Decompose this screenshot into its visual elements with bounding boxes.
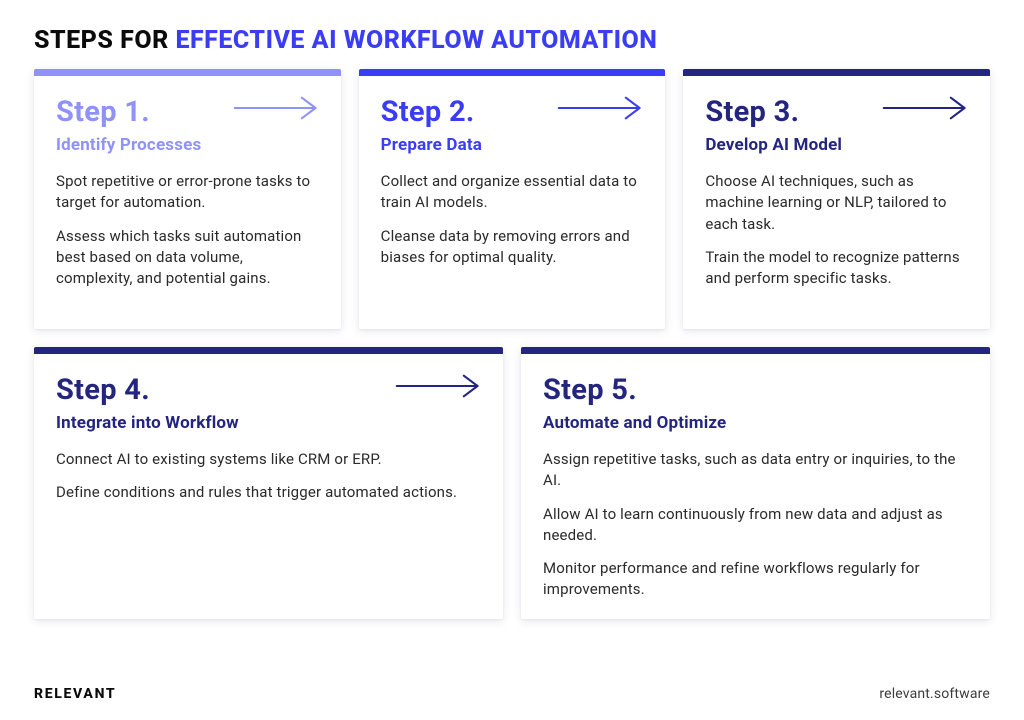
- step-description: Assign repetitive tasks, such as data en…: [543, 449, 968, 601]
- step-paragraph: Assign repetitive tasks, such as data en…: [543, 449, 968, 492]
- footer: RELEVANT relevant.software: [34, 686, 990, 702]
- site-url: relevant.software: [879, 686, 990, 702]
- card-accent-bar: [521, 347, 990, 354]
- arrow-right-icon: [233, 91, 319, 125]
- step-subtitle: Develop AI Model: [705, 135, 968, 155]
- page: STEPS FOR EFFECTIVE AI WORKFLOW AUTOMATI…: [0, 0, 1024, 720]
- step-paragraph: Assess which tasks suit automation best …: [56, 226, 319, 290]
- page-title: STEPS FOR EFFECTIVE AI WORKFLOW AUTOMATI…: [34, 26, 990, 55]
- step-subtitle: Integrate into Workflow: [56, 413, 481, 433]
- step-paragraph: Define conditions and rules that trigger…: [56, 482, 481, 503]
- step-description: Connect AI to existing systems like CRM …: [56, 449, 481, 504]
- step-card-1: Step 1. Identify Processes Spot repetiti…: [34, 69, 341, 329]
- step-card-4: Step 4. Integrate into Workflow Connect …: [34, 347, 503, 619]
- step-paragraph: Collect and organize essential data to t…: [381, 171, 644, 214]
- step-description: Collect and organize essential data to t…: [381, 171, 644, 268]
- step-description: Choose AI techniques, such as machine le…: [705, 171, 968, 289]
- step-paragraph: Cleanse data by removing errors and bias…: [381, 226, 644, 269]
- step-card-3: Step 3. Develop AI Model Choose AI techn…: [683, 69, 990, 329]
- step-description: Spot repetitive or error-prone tasks to …: [56, 171, 319, 289]
- step-paragraph: Allow AI to learn continuously from new …: [543, 504, 968, 547]
- title-accent: EFFECTIVE AI WORKFLOW AUTOMATION: [175, 26, 657, 55]
- step-card-5: Step 5. Automate and Optimize Assign rep…: [521, 347, 990, 619]
- step-paragraph: Choose AI techniques, such as machine le…: [705, 171, 968, 235]
- step-subtitle: Prepare Data: [381, 135, 644, 155]
- step-paragraph: Spot repetitive or error-prone tasks to …: [56, 171, 319, 214]
- step-subtitle: Automate and Optimize: [543, 413, 968, 433]
- arrow-right-icon: [882, 91, 968, 125]
- card-accent-bar: [359, 69, 666, 76]
- arrow-right-icon: [557, 91, 643, 125]
- card-accent-bar: [34, 69, 341, 76]
- card-accent-bar: [683, 69, 990, 76]
- step-paragraph: Monitor performance and refine workflows…: [543, 558, 968, 601]
- steps-grid: Step 1. Identify Processes Spot repetiti…: [34, 69, 990, 619]
- step-subtitle: Identify Processes: [56, 135, 319, 155]
- step-paragraph: Train the model to recognize patterns an…: [705, 247, 968, 290]
- steps-row-1: Step 1. Identify Processes Spot repetiti…: [34, 69, 990, 329]
- step-paragraph: Connect AI to existing systems like CRM …: [56, 449, 481, 470]
- steps-row-2: Step 4. Integrate into Workflow Connect …: [34, 347, 990, 619]
- card-accent-bar: [34, 347, 503, 354]
- title-lead: STEPS FOR: [34, 26, 175, 55]
- arrow-right-icon: [395, 369, 481, 403]
- brand-logo-text: RELEVANT: [34, 686, 116, 702]
- step-card-2: Step 2. Prepare Data Collect and organiz…: [359, 69, 666, 329]
- step-label: Step 5.: [543, 373, 968, 407]
